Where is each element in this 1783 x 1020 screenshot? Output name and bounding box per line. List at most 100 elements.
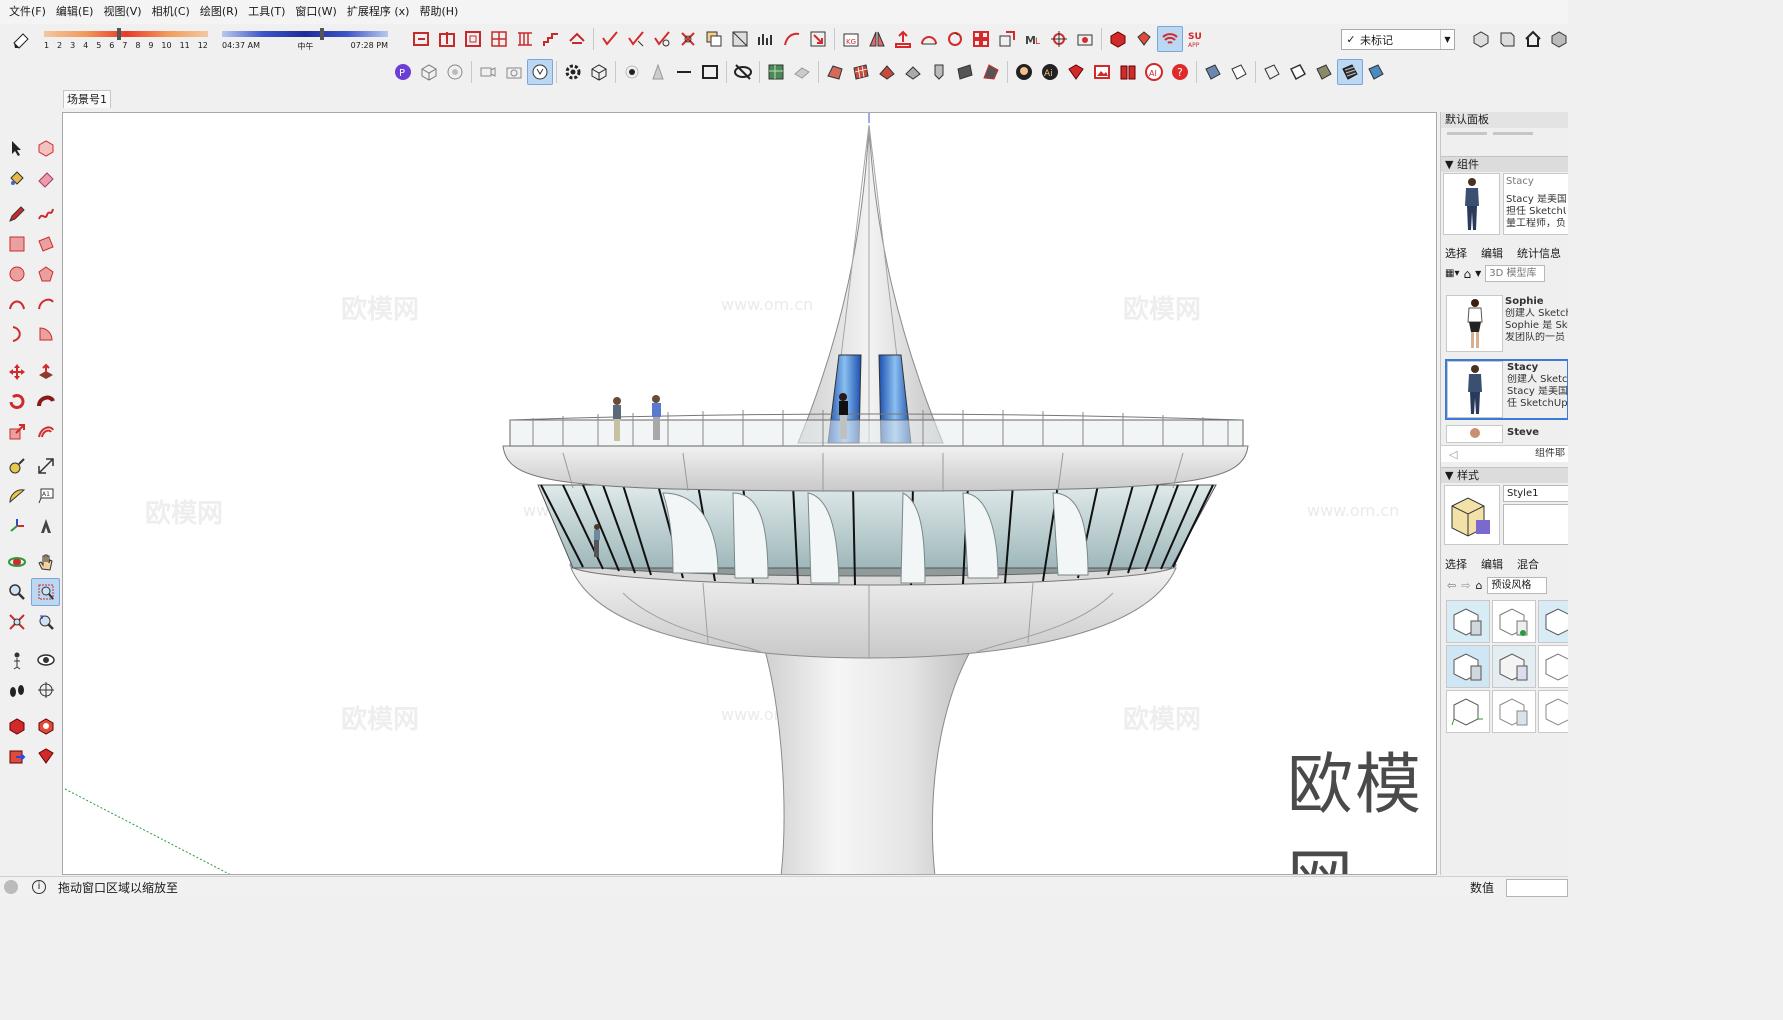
menu-file[interactable]: 文件(F) xyxy=(4,0,51,24)
tag-dropdown[interactable]: ✓ 未标记 ▼ xyxy=(1341,29,1455,50)
zoom-extents-icon[interactable] xyxy=(2,608,31,636)
ruby-gem-icon[interactable] xyxy=(1063,59,1089,85)
forward-arrow-icon[interactable]: ⇨ xyxy=(1461,579,1470,592)
target-icon[interactable] xyxy=(1046,26,1072,52)
3d-text-icon[interactable] xyxy=(31,512,60,540)
wireframe-icon[interactable] xyxy=(1259,59,1285,85)
warehouse-icon[interactable] xyxy=(2,712,31,740)
previous-view-icon[interactable] xyxy=(31,608,60,636)
style-library-select[interactable]: 预设风格 xyxy=(1487,577,1548,594)
scene-tab[interactable]: 场景号1 xyxy=(63,90,111,108)
position-camera-icon[interactable] xyxy=(2,646,31,674)
orbit-icon[interactable] xyxy=(2,548,31,576)
sandbox-icon[interactable] xyxy=(822,59,848,85)
tab-select[interactable]: 选择 xyxy=(1445,556,1467,572)
offset-icon[interactable] xyxy=(31,418,60,446)
cone-icon[interactable] xyxy=(645,59,671,85)
rotate-copy-icon[interactable] xyxy=(942,26,968,52)
style-thumb[interactable] xyxy=(1446,645,1490,688)
circle-icon[interactable] xyxy=(2,260,31,288)
line-icon[interactable] xyxy=(671,59,697,85)
axes-icon[interactable] xyxy=(2,512,31,540)
arrow-box-icon[interactable] xyxy=(805,26,831,52)
style-thumb[interactable] xyxy=(1446,600,1490,643)
paint-bucket-icon[interactable] xyxy=(2,164,31,192)
menu-help[interactable]: 帮助(H) xyxy=(414,0,463,24)
roof-icon[interactable] xyxy=(564,26,590,52)
geo-location-icon[interactable] xyxy=(4,880,18,894)
box-view-icon[interactable] xyxy=(1546,26,1572,52)
array-icon[interactable] xyxy=(753,26,779,52)
photo-camera-icon[interactable] xyxy=(501,59,527,85)
export-icon[interactable] xyxy=(408,26,434,52)
rotated-rect-icon[interactable] xyxy=(31,230,60,258)
su-app-icon[interactable]: SU APP xyxy=(1183,26,1209,52)
measurements-input[interactable] xyxy=(1506,879,1568,897)
hidden-line-icon[interactable] xyxy=(1285,59,1311,85)
month-slider-knob[interactable] xyxy=(117,28,121,40)
menu-extensions[interactable]: 扩展程序 (x) xyxy=(342,0,415,24)
add-detail-icon[interactable] xyxy=(952,59,978,85)
make-component-icon[interactable] xyxy=(31,134,60,162)
walk-icon[interactable] xyxy=(2,676,31,704)
select-arrow-icon[interactable] xyxy=(2,134,31,162)
image-icon[interactable] xyxy=(1089,59,1115,85)
scale-icon[interactable] xyxy=(994,26,1020,52)
view-options-icon[interactable]: ▦▾ xyxy=(1445,268,1459,279)
protractor-icon[interactable] xyxy=(2,482,31,510)
style-thumb[interactable] xyxy=(1538,645,1568,688)
front-view-icon[interactable] xyxy=(1494,26,1520,52)
components-section-header[interactable]: ▼ 组件 xyxy=(1441,156,1568,172)
share-model-icon[interactable] xyxy=(2,742,31,770)
repair-icon[interactable] xyxy=(649,26,675,52)
freehand-icon[interactable] xyxy=(31,200,60,228)
menu-window[interactable]: 窗口(W) xyxy=(290,0,341,24)
pan-hand-icon[interactable] xyxy=(31,548,60,576)
eraser-icon[interactable] xyxy=(31,164,60,192)
section-plane-icon[interactable] xyxy=(31,676,60,704)
grid-wall-icon[interactable] xyxy=(486,26,512,52)
time-slider-knob[interactable] xyxy=(320,28,324,40)
menu-view[interactable]: 视图(V) xyxy=(98,0,146,24)
component-thumb-steve[interactable] xyxy=(1446,425,1503,443)
curve-icon[interactable] xyxy=(779,26,805,52)
xray-style-icon[interactable] xyxy=(1200,59,1226,85)
month-slider[interactable]: 12 34 56 78 9 10 11 12 xyxy=(44,27,208,57)
home-icon[interactable] xyxy=(1520,26,1546,52)
pie-icon[interactable] xyxy=(31,320,60,348)
home-icon[interactable]: ⌂ xyxy=(1475,579,1482,592)
tape-measure-icon[interactable] xyxy=(2,452,31,480)
stamp-icon[interactable] xyxy=(900,59,926,85)
check-edge-icon[interactable] xyxy=(597,26,623,52)
home-icon[interactable]: ⌂ xyxy=(1463,267,1471,281)
style-name-field[interactable]: Style1 xyxy=(1503,485,1568,502)
camera-red-icon[interactable] xyxy=(1072,26,1098,52)
back-arrow-icon[interactable]: ◁ xyxy=(1449,448,1457,461)
component-search-input[interactable]: 3D 模型库 xyxy=(1485,265,1546,282)
kg-icon[interactable]: KG xyxy=(838,26,864,52)
target-ring-icon[interactable] xyxy=(442,59,468,85)
style-thumb[interactable] xyxy=(1492,645,1536,688)
pencil-icon[interactable] xyxy=(2,200,31,228)
cube-outline-icon[interactable] xyxy=(586,59,612,85)
sandbox-grid-icon[interactable] xyxy=(848,59,874,85)
ruby-box-icon[interactable] xyxy=(1105,26,1131,52)
menu-tools[interactable]: 工具(T) xyxy=(243,0,290,24)
paint-bucket-red-icon[interactable] xyxy=(1131,26,1157,52)
back-edges-icon[interactable] xyxy=(1226,59,1252,85)
tab-select[interactable]: 选择 xyxy=(1445,245,1467,261)
smoove-icon[interactable] xyxy=(874,59,900,85)
flip-edge-icon[interactable] xyxy=(978,59,1004,85)
style-thumb[interactable] xyxy=(1538,600,1568,643)
style-thumb[interactable] xyxy=(1492,600,1536,643)
tab-edit[interactable]: 编辑 xyxy=(1481,245,1503,261)
ai-plugin-icon[interactable]: Ai xyxy=(1037,59,1063,85)
text-label-icon[interactable]: A1 xyxy=(31,482,60,510)
zoom-window-view-icon[interactable] xyxy=(527,59,553,85)
ruby-red-icon[interactable] xyxy=(31,742,60,770)
dimension-icon[interactable] xyxy=(31,452,60,480)
select-edge-icon[interactable] xyxy=(623,26,649,52)
menu-camera[interactable]: 相机(C) xyxy=(147,0,195,24)
info-icon[interactable]: i xyxy=(32,880,46,894)
look-around-icon[interactable] xyxy=(31,646,60,674)
